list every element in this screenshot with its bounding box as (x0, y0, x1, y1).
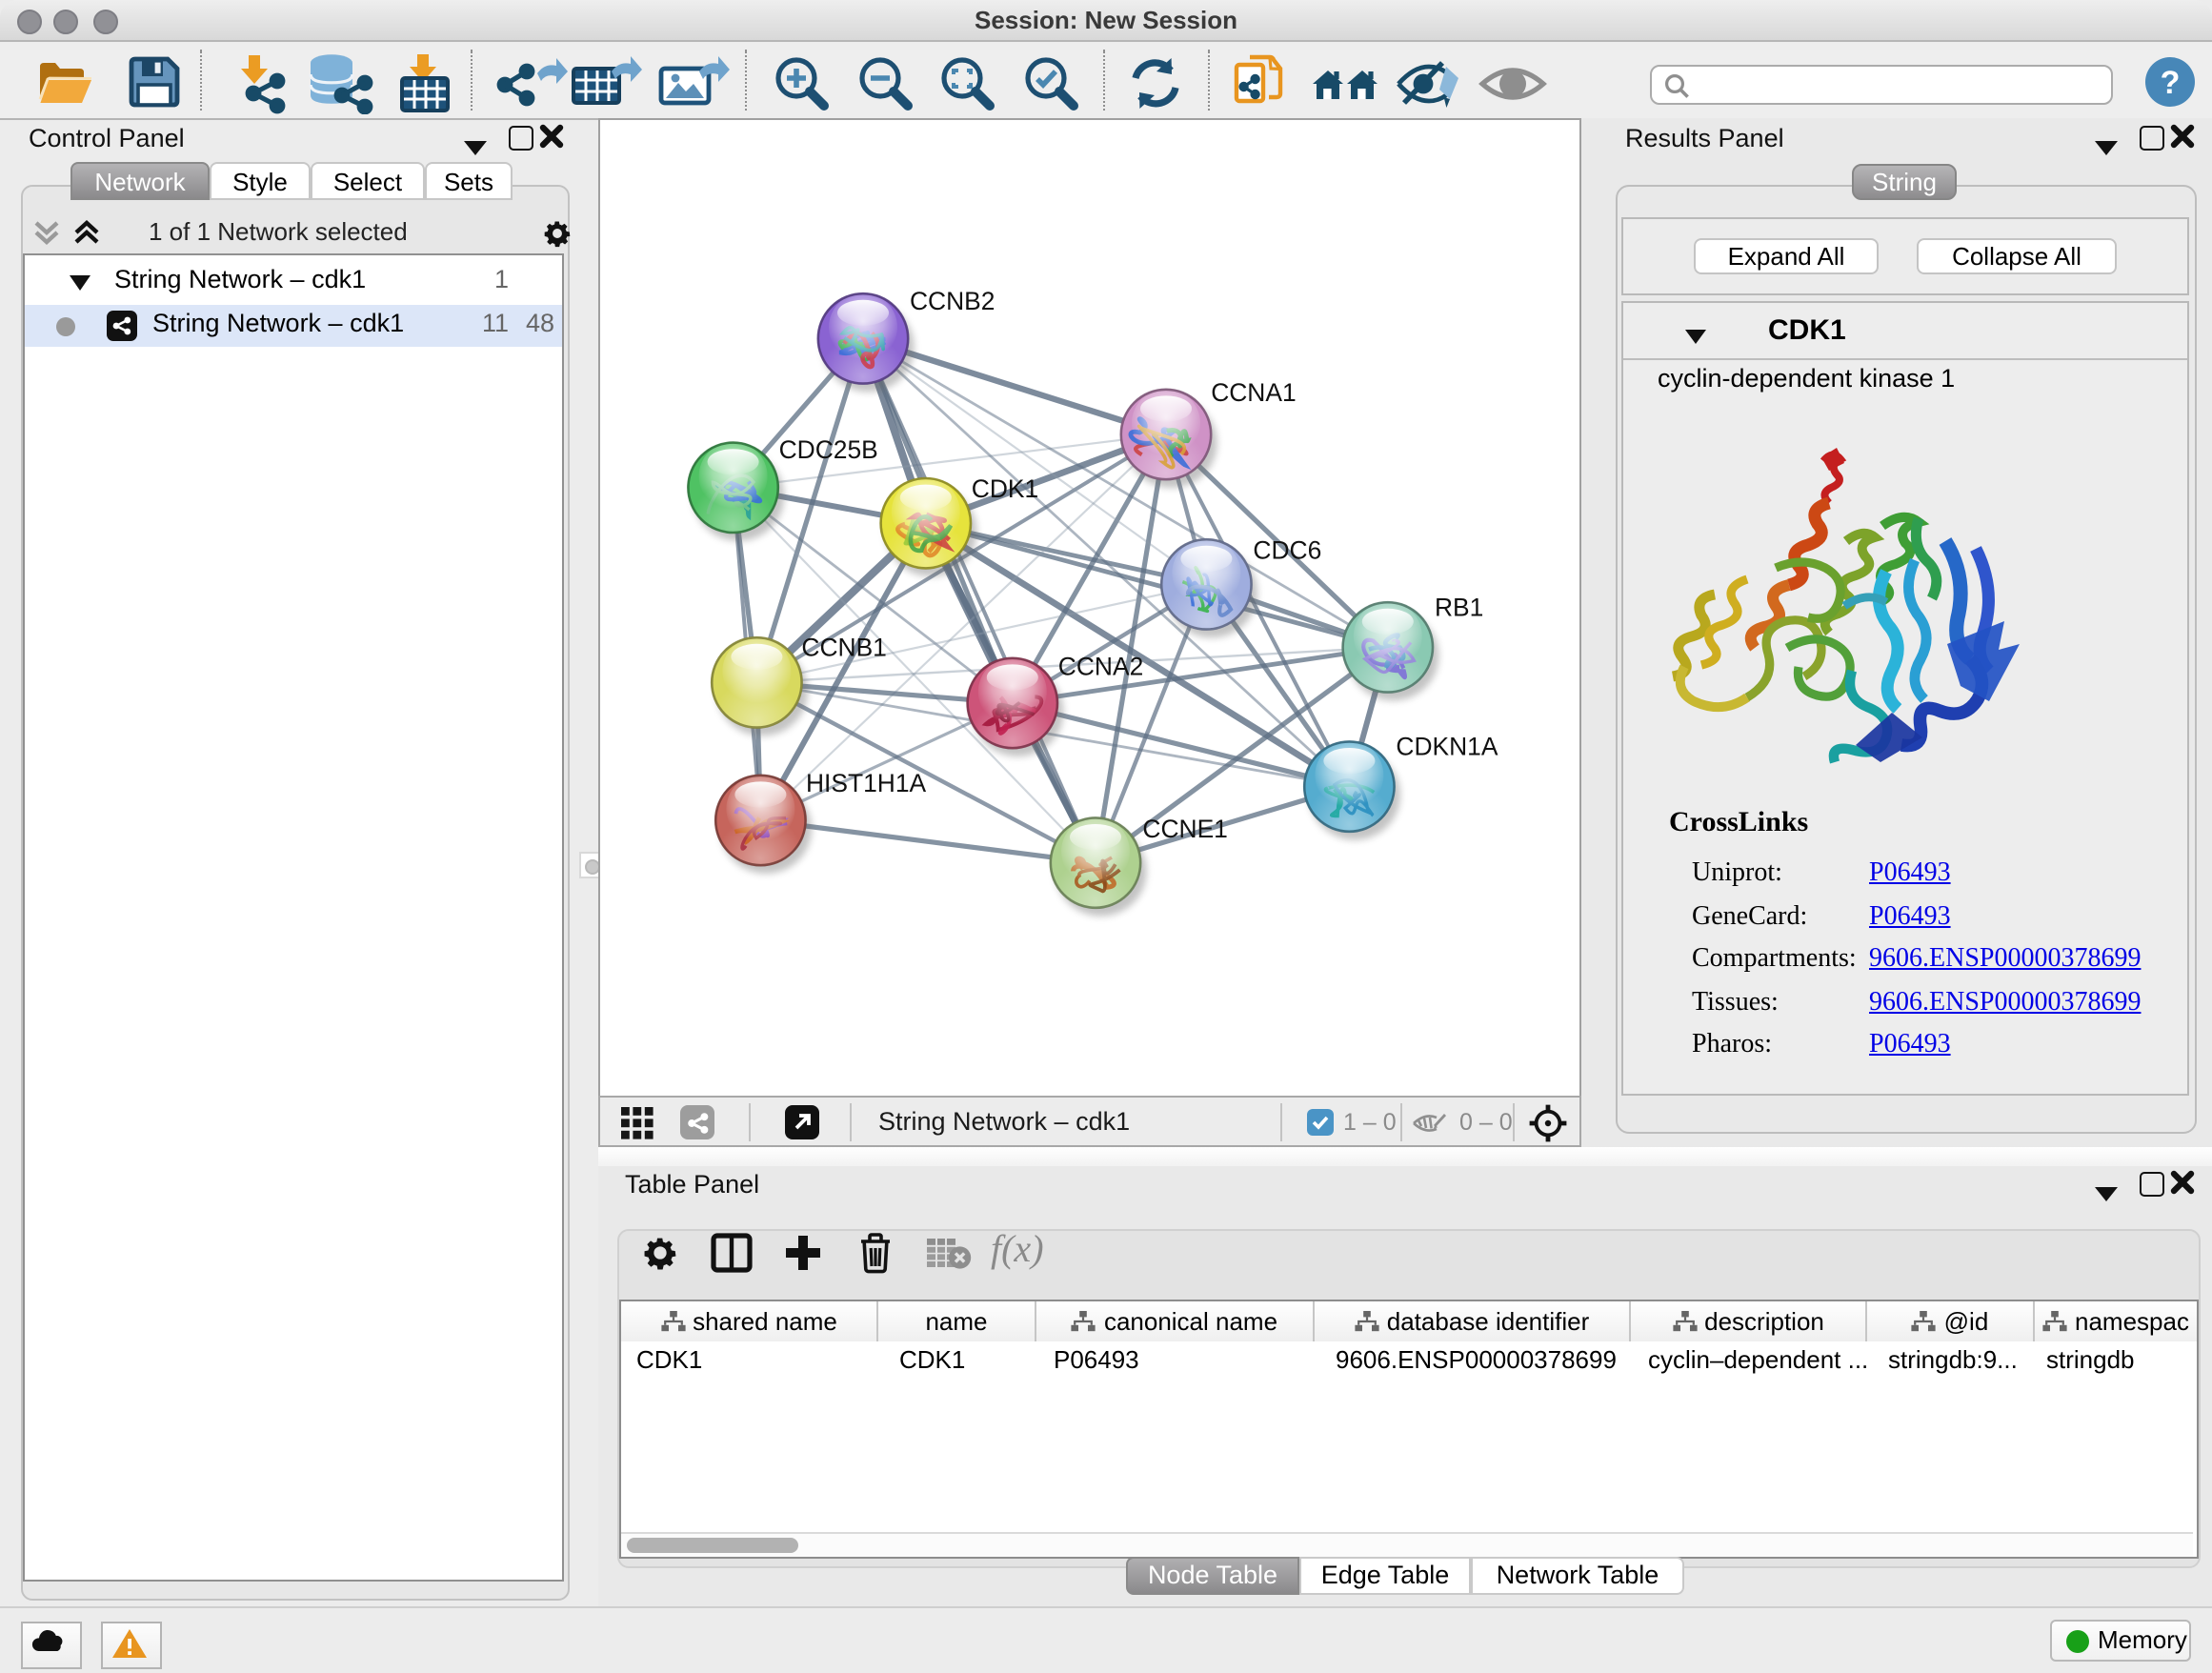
svg-text:CCNB1: CCNB1 (801, 633, 886, 661)
svg-text:RB1: RB1 (1435, 593, 1483, 621)
svg-text:?: ? (2161, 65, 2181, 101)
svg-text:CCNA1: CCNA1 (1211, 378, 1296, 407)
svg-text:CDC6: CDC6 (1253, 535, 1321, 564)
svg-text:CCNA2: CCNA2 (1058, 653, 1143, 681)
svg-text:CDC25B: CDC25B (779, 435, 878, 464)
svg-text:CDKN1A: CDKN1A (1396, 732, 1498, 760)
svg-text:CDK1: CDK1 (972, 474, 1038, 503)
svg-text:CCNB2: CCNB2 (910, 287, 995, 315)
svg-text:HIST1H1A: HIST1H1A (806, 769, 927, 797)
svg-text:CCNE1: CCNE1 (1142, 815, 1227, 843)
